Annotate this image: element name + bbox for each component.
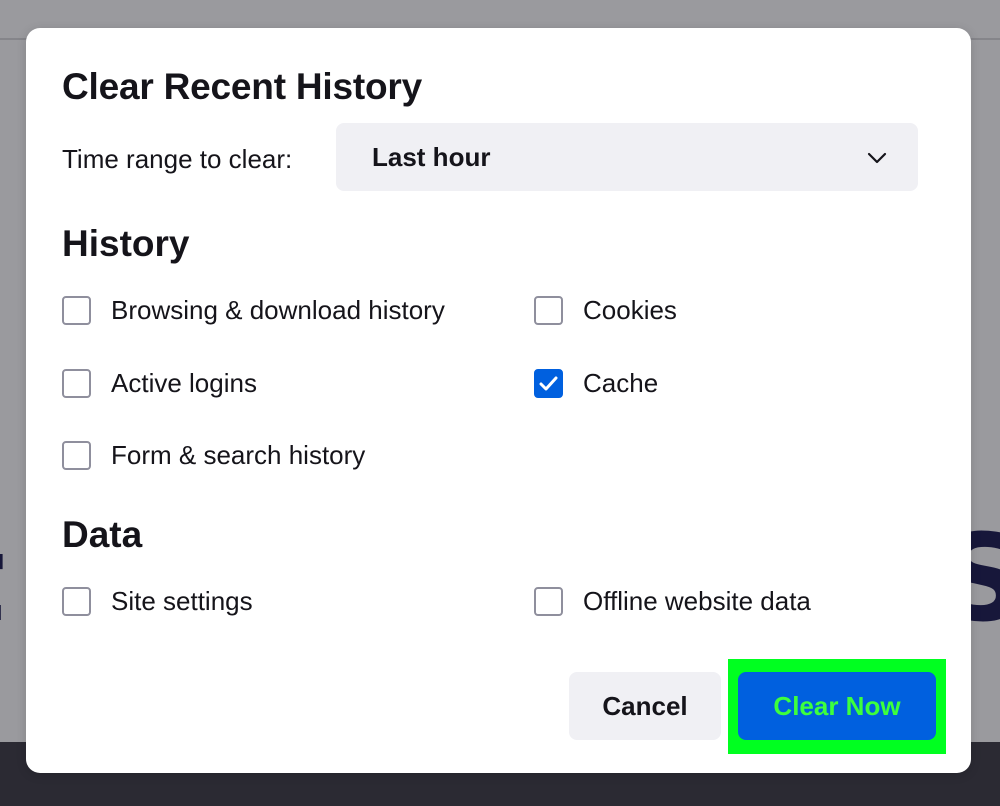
offline-website-data-label: Offline website data	[583, 586, 811, 616]
checkbox-row-form-search-history[interactable]: Form & search history	[62, 440, 365, 471]
time-range-label: Time range to clear:	[62, 144, 293, 174]
cache-checkbox[interactable]	[534, 369, 563, 398]
checkbox-row-active-logins[interactable]: Active logins	[62, 368, 257, 399]
clear-history-dialog: Clear Recent History Time range to clear…	[26, 28, 971, 773]
offline-website-data-checkbox[interactable]	[534, 587, 563, 616]
browsing-download-history-checkbox[interactable]	[62, 296, 91, 325]
form-search-history-checkbox[interactable]	[62, 441, 91, 470]
active-logins-checkbox[interactable]	[62, 369, 91, 398]
cache-label: Cache	[583, 368, 659, 398]
cancel-button[interactable]: Cancel	[569, 672, 721, 740]
form-search-history-label: Form & search history	[111, 440, 366, 470]
clear-now-button[interactable]: Clear Now	[738, 672, 936, 740]
time-range-value: Last hour	[372, 141, 491, 172]
site-settings-checkbox[interactable]	[62, 587, 91, 616]
history-section-heading: History	[62, 223, 190, 264]
cookies-checkbox[interactable]	[534, 296, 563, 325]
active-logins-label: Active logins	[111, 368, 257, 398]
checkbox-row-browsing-download-history[interactable]: Browsing & download history	[62, 295, 445, 326]
chevron-down-icon	[867, 152, 887, 164]
checkbox-row-cookies[interactable]: Cookies	[534, 295, 677, 326]
cookies-label: Cookies	[583, 295, 677, 325]
time-range-select[interactable]: Last hour	[336, 123, 918, 191]
data-section-heading: Data	[62, 514, 143, 555]
checkbox-row-offline-website-data[interactable]: Offline website data	[534, 586, 811, 617]
browsing-download-history-label: Browsing & download history	[111, 295, 445, 325]
checkbox-row-cache[interactable]: Cache	[534, 368, 658, 399]
site-settings-label: Site settings	[111, 586, 253, 616]
checkmark-icon	[539, 376, 558, 391]
backdrop-obscured-heading-left: t	[0, 520, 5, 640]
dialog-title: Clear Recent History	[62, 66, 422, 107]
checkbox-row-site-settings[interactable]: Site settings	[62, 586, 253, 617]
